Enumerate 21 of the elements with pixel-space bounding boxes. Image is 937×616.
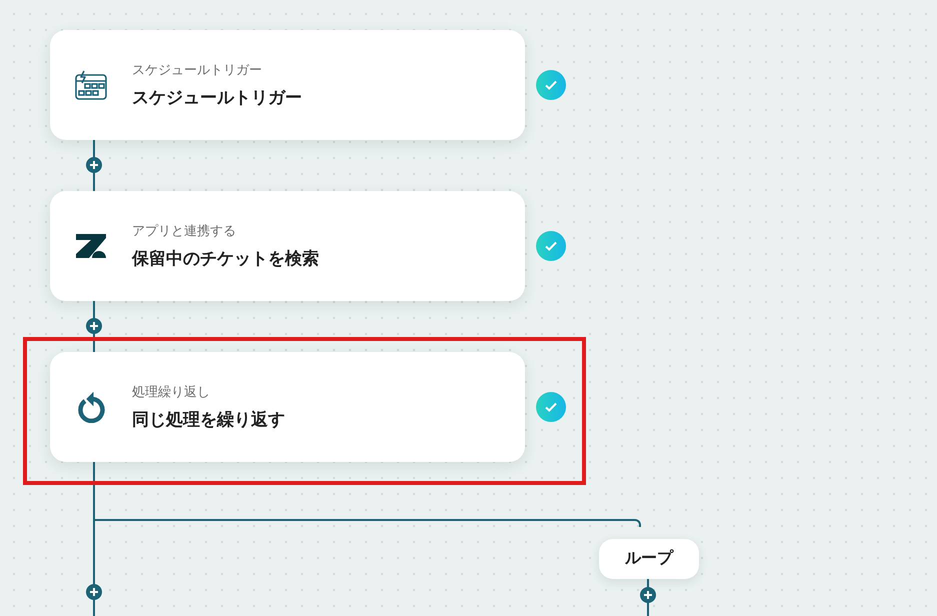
add-step-button[interactable] bbox=[86, 584, 102, 600]
loop-branch-label[interactable]: ループ bbox=[599, 539, 699, 579]
loop-arrow-icon bbox=[76, 391, 106, 423]
add-step-button[interactable] bbox=[640, 587, 656, 603]
step-card[interactable]: 処理繰り返し 同じ処理を繰り返す bbox=[50, 352, 525, 462]
calendar-lightning-icon bbox=[75, 70, 107, 100]
step-caption: アプリと連携する bbox=[132, 223, 237, 240]
plus-icon bbox=[644, 591, 652, 599]
plus-icon bbox=[90, 322, 98, 330]
add-step-button[interactable] bbox=[86, 157, 102, 173]
step-caption: スケジュールトリガー bbox=[132, 62, 263, 78]
step-caption: 処理繰り返し bbox=[132, 384, 211, 400]
plus-icon bbox=[90, 588, 98, 596]
step-title: スケジュールトリガー bbox=[132, 86, 302, 108]
step-title: 同じ処理を繰り返す bbox=[132, 408, 285, 430]
step-title: 保留中のチケットを検索 bbox=[132, 248, 319, 269]
step-card[interactable]: アプリと連携する 保留中のチケットを検索 bbox=[50, 191, 525, 301]
zigzag-logo-icon bbox=[76, 234, 106, 258]
step-card[interactable]: スケジュールトリガー スケジュールトリガー bbox=[50, 30, 525, 140]
plus-icon bbox=[90, 161, 98, 169]
add-step-button[interactable] bbox=[86, 318, 102, 334]
